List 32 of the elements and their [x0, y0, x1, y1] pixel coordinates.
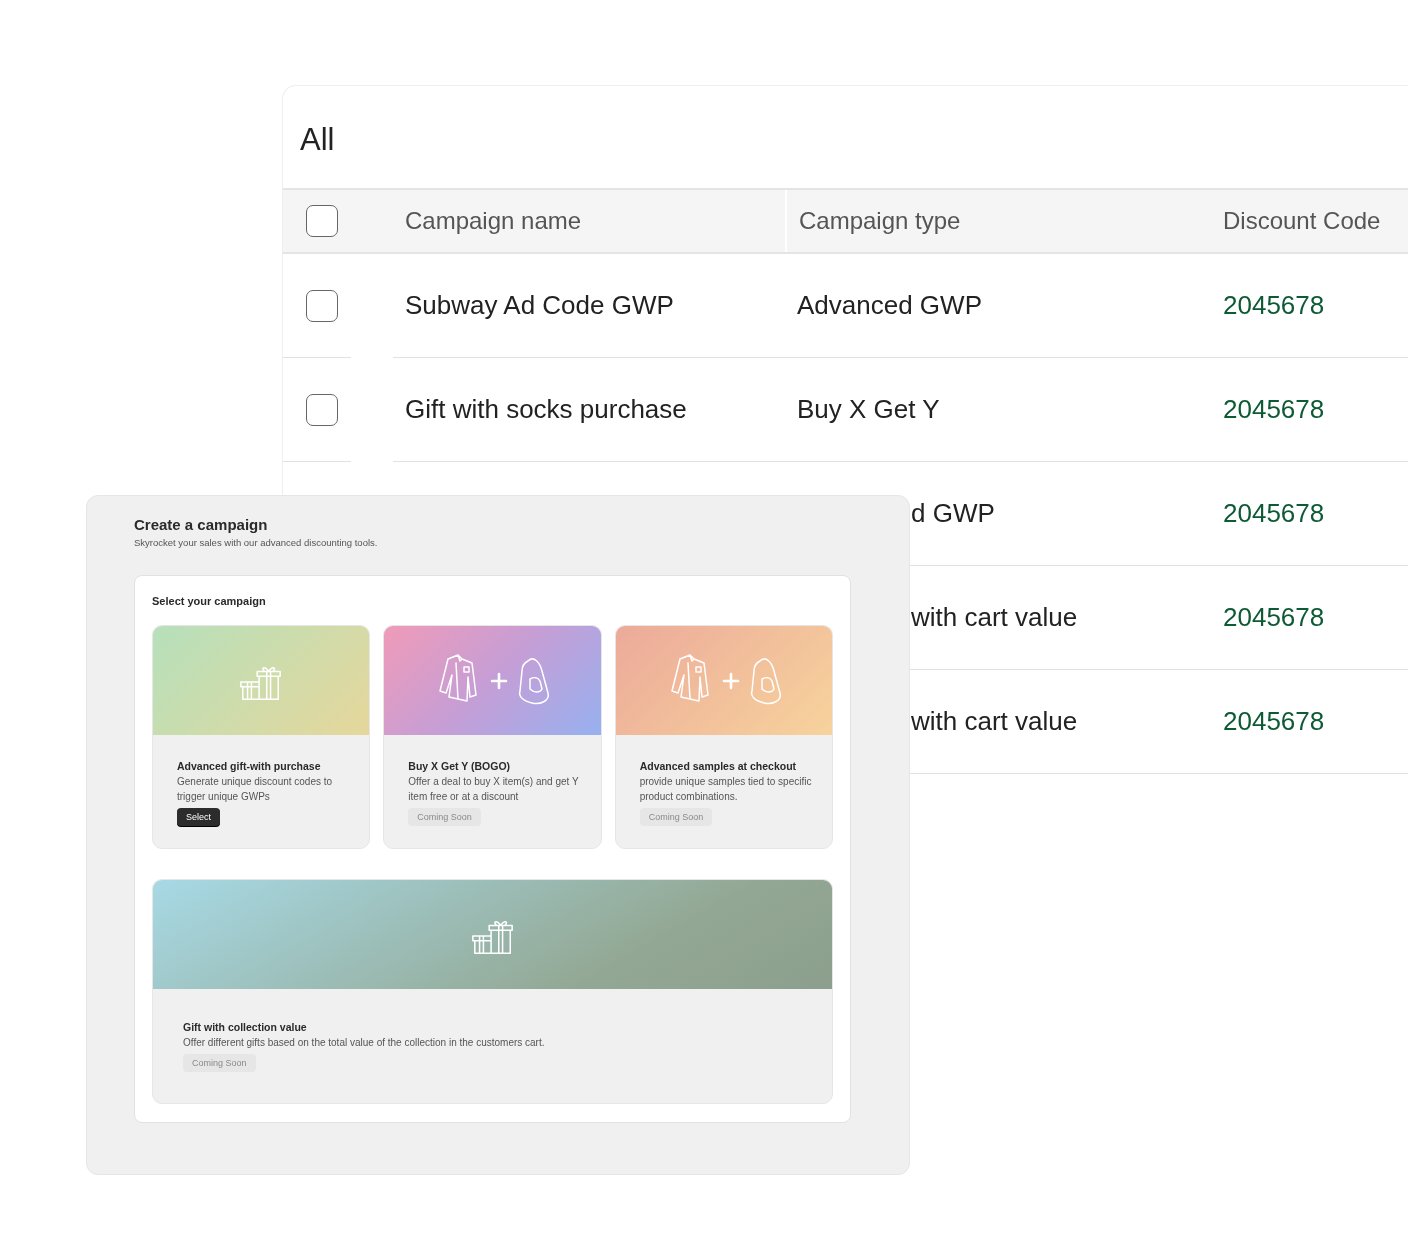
- table-cell: Advanced GWP: [797, 290, 982, 321]
- campaign-title: Buy X Get Y (BOGO): [408, 760, 512, 772]
- select-button[interactable]: Select: [177, 808, 220, 826]
- dialog-subtitle: Skyrocket your sales with our advanced discounting tools.: [134, 537, 379, 548]
- table-cell: 2045678: [1223, 706, 1325, 737]
- table-cell: 2045678: [1223, 498, 1325, 529]
- column-header: Discount Code: [1223, 206, 1382, 236]
- campaign-title: Gift with collection value: [183, 1021, 308, 1033]
- table-cell: 2045678: [1223, 290, 1325, 321]
- campaign-description: Offer a deal to buy X item(s) and get Y item free or at a discount: [408, 775, 580, 804]
- table-cell: 2045678: [1223, 394, 1325, 425]
- table-cell: Buy X Get Y: [797, 394, 940, 425]
- checkbox[interactable]: [306, 205, 338, 237]
- column-header: Campaign type: [785, 190, 1223, 252]
- column-header: Campaign name: [404, 206, 583, 236]
- table-cell: Gift with socks purchase: [405, 394, 687, 425]
- table-cell: Subway Ad Code GWP: [405, 290, 674, 321]
- checkbox[interactable]: [306, 393, 338, 426]
- campaign-card[interactable]: Advanced gift-with purchase Generate unique discount codes to trigger unique GWPs Select: [152, 625, 371, 849]
- table-cell: 2045678: [1223, 602, 1325, 633]
- table-cell: d GWP: [911, 498, 995, 529]
- section-title: Select your campaign: [152, 595, 267, 607]
- campaign-description: Offer different gifts based on the total value of the collection in the customers cart.: [183, 1036, 546, 1050]
- checkbox[interactable]: [306, 289, 338, 322]
- table-title: All: [299, 121, 336, 159]
- campaign-description: provide unique samples tied to specific product combinations.: [639, 775, 812, 804]
- dialog-title: Create a campaign: [134, 516, 269, 533]
- table-cell: with cart value: [911, 602, 1078, 633]
- campaign-title: Advanced gift-with purchase: [177, 760, 322, 772]
- campaign-title: Advanced samples at checkout: [639, 760, 798, 772]
- table-cell: with cart value: [911, 706, 1078, 737]
- campaign-description: Generate unique discount codes to trigger unique GWPs: [177, 775, 334, 804]
